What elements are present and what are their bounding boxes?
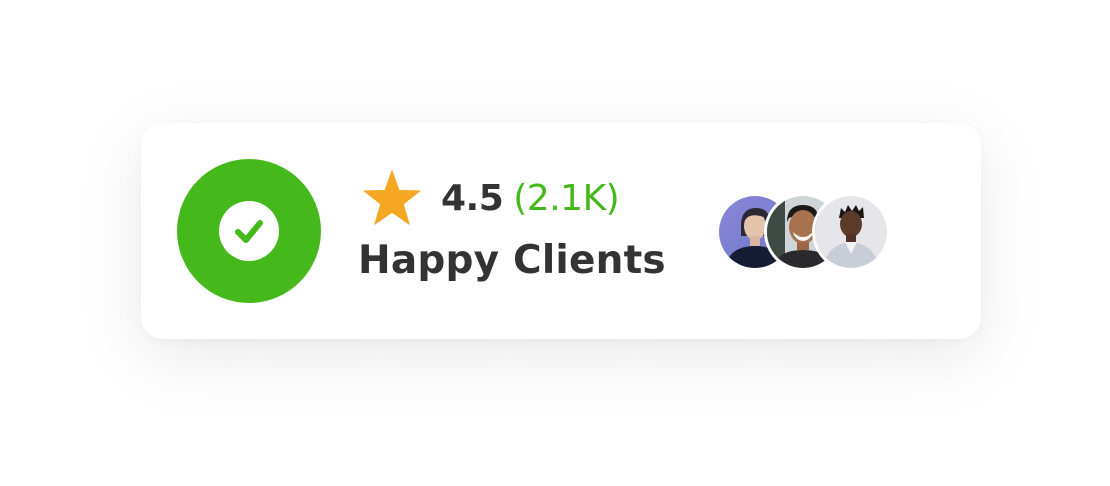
rating-card: 4.5 (2.1K) Happy Clients bbox=[141, 123, 981, 339]
star-icon bbox=[362, 169, 422, 226]
widget-title: Happy Clients bbox=[358, 238, 666, 283]
avatar-group bbox=[716, 193, 896, 271]
review-count: (2.1K) bbox=[513, 177, 620, 219]
verified-badge bbox=[177, 159, 321, 303]
person-icon bbox=[815, 196, 887, 268]
rating-value: 4.5 bbox=[441, 177, 504, 219]
rating-row: 4.5 (2.1K) bbox=[361, 163, 620, 233]
check-circle-icon bbox=[219, 201, 279, 261]
client-avatar-3 bbox=[812, 193, 890, 271]
